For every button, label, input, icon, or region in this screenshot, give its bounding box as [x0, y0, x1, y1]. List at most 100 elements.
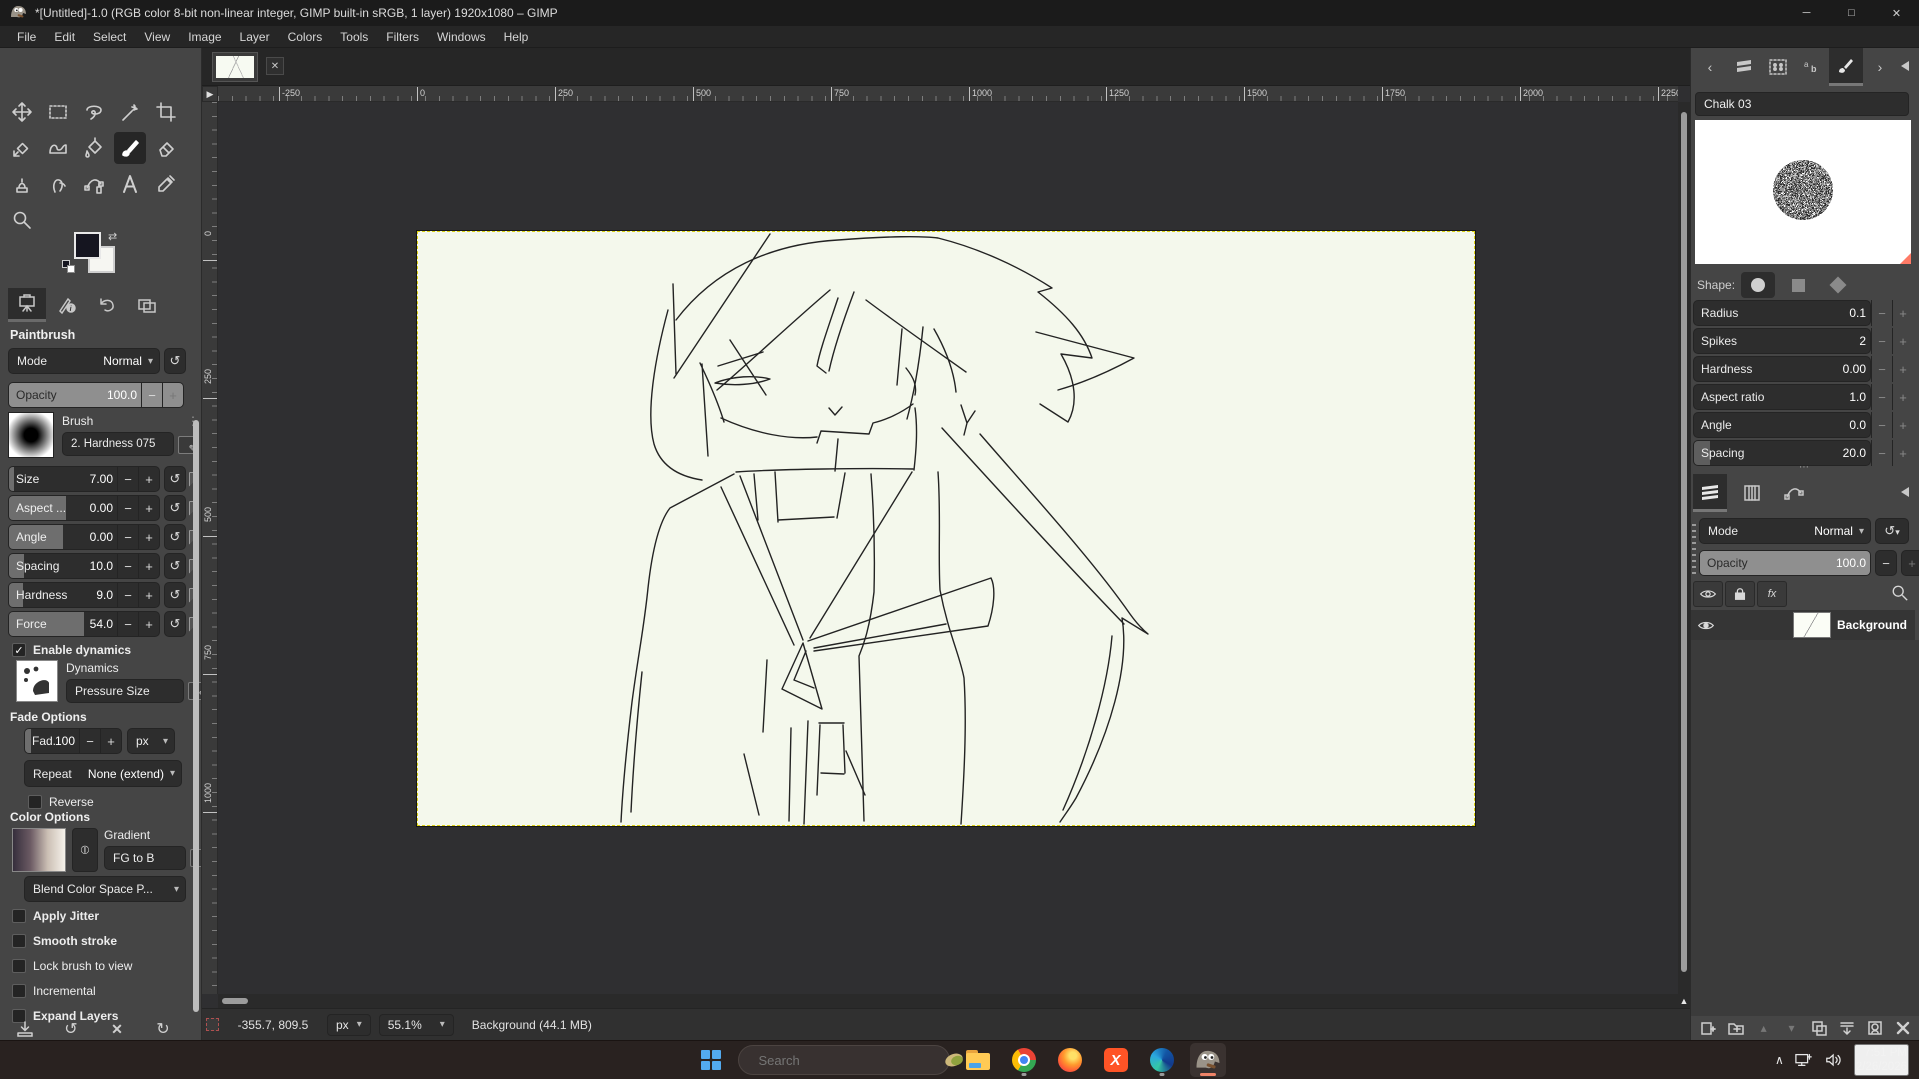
tab-gradients[interactable]	[1727, 48, 1761, 86]
increment-button[interactable]: +	[138, 611, 159, 637]
menu-tools[interactable]: Tools	[331, 26, 377, 48]
raise-layer-icon[interactable]: ▴	[1753, 1018, 1775, 1038]
restore-tool-preset-icon[interactable]: ↺	[58, 1018, 84, 1040]
decrement-button[interactable]: −	[79, 728, 100, 754]
save-tool-preset-icon[interactable]	[12, 1020, 38, 1040]
decrement-button[interactable]: −	[117, 582, 138, 608]
lower-layer-icon[interactable]: ▾	[1781, 1018, 1803, 1038]
bucket-fill-tool-icon[interactable]	[78, 132, 110, 164]
vertical-ruler[interactable]: 02505007501000	[202, 102, 218, 994]
merge-down-icon[interactable]	[1836, 1018, 1858, 1038]
tab-tool-options[interactable]	[8, 288, 46, 322]
decrement-button[interactable]: −	[117, 611, 138, 637]
tab-undo-history[interactable]	[88, 288, 126, 322]
default-colors-icon[interactable]	[62, 260, 76, 274]
angle-row[interactable]: Angle 0.0 − +	[1693, 412, 1913, 438]
mode-reset-icon[interactable]: ↺	[164, 348, 186, 374]
reset-icon[interactable]: ↺	[164, 582, 186, 608]
radius-row[interactable]: Radius 0.1 − +	[1693, 300, 1913, 326]
decrement-button[interactable]: −	[1871, 300, 1892, 326]
unified-transform-tool-icon[interactable]	[6, 132, 38, 164]
delete-layer-icon[interactable]	[1892, 1018, 1914, 1038]
fuzzy-select-tool-icon[interactable]	[114, 96, 146, 128]
rectangle-select-tool-icon[interactable]	[42, 96, 74, 128]
menu-help[interactable]: Help	[495, 26, 538, 48]
quickmask-toggle-icon[interactable]	[206, 1018, 219, 1031]
reset-icon[interactable]: ↺	[164, 495, 186, 521]
shape-circle-button[interactable]	[1741, 272, 1775, 298]
menu-layer[interactable]: Layer	[231, 26, 279, 48]
taskbar-search[interactable]	[738, 1045, 950, 1075]
increment-button[interactable]: +	[1892, 412, 1913, 438]
unit-select[interactable]: px ▾	[327, 1014, 371, 1036]
hardness-row[interactable]: Hardness 0.00 − +	[1693, 356, 1913, 382]
tab-images[interactable]	[128, 288, 166, 322]
brush-name-field[interactable]: Chalk 03	[1695, 92, 1909, 116]
dock-scroll-left-icon[interactable]: ‹	[1693, 48, 1727, 86]
size-slider[interactable]: Size 7.00 − + ↺	[8, 466, 197, 492]
blend-color-space-select[interactable]: Blend Color Space P... ▾	[24, 876, 186, 902]
tab-channels[interactable]	[1735, 474, 1769, 512]
pane-grip[interactable]	[1692, 524, 1696, 574]
layer-mode-select[interactable]: Mode Normal ▾	[1699, 518, 1871, 544]
tool-options-scrollbar[interactable]	[193, 420, 199, 1012]
free-select-tool-icon[interactable]	[78, 96, 110, 128]
duplicate-layer-icon[interactable]	[1808, 1018, 1830, 1038]
increment-button[interactable]: +	[138, 553, 159, 579]
repeat-select[interactable]: Repeat None (extend) ▾	[24, 760, 182, 787]
tab-patterns[interactable]	[1761, 48, 1795, 86]
dynamics-select[interactable]: Pressure Size	[66, 679, 184, 703]
reset-tool-options-icon[interactable]: ↻	[150, 1018, 176, 1040]
lock-icon[interactable]	[1725, 581, 1755, 607]
taskbar-chrome[interactable]	[1006, 1043, 1042, 1077]
paint-mode-select[interactable]: Mode Normal ▾	[8, 348, 160, 374]
delete-tool-preset-icon[interactable]: ✕	[104, 1018, 130, 1040]
new-layer-icon[interactable]	[1697, 1018, 1719, 1038]
decrement-button[interactable]: −	[117, 553, 138, 579]
smudge-tool-icon[interactable]	[42, 168, 74, 200]
decrement-button[interactable]: −	[1871, 356, 1892, 382]
reset-icon[interactable]: ↺	[164, 524, 186, 550]
fade-unit-select[interactable]: px ▾	[127, 728, 175, 754]
decrement-button[interactable]: −	[117, 466, 138, 492]
expander-icon[interactable]: ⋯	[1691, 462, 1919, 473]
color-picker-tool-icon[interactable]	[150, 168, 182, 200]
dock-menu-icon[interactable]	[1897, 58, 1913, 74]
layer-visibility-eye-icon[interactable]	[1691, 619, 1721, 632]
lock-brush-checkbox[interactable]: Lock brush to view	[12, 956, 132, 976]
opacity-decrement-button[interactable]: −	[1875, 550, 1897, 576]
taskbar-gimp[interactable]	[1190, 1043, 1226, 1077]
increment-button[interactable]: +	[100, 728, 121, 754]
menu-filters[interactable]: Filters	[377, 26, 428, 48]
force-slider[interactable]: Force 54.0 − + ↺	[8, 611, 197, 637]
shape-diamond-button[interactable]	[1821, 272, 1855, 298]
tray-chevron-up-icon[interactable]: ∧	[1775, 1053, 1784, 1067]
new-group-icon[interactable]	[1725, 1018, 1747, 1038]
reverse-gradient-icon[interactable]: ⦶	[72, 828, 98, 872]
zoom-tool-icon[interactable]	[6, 204, 38, 236]
menu-windows[interactable]: Windows	[428, 26, 495, 48]
swap-colors-icon[interactable]: ⇄	[108, 230, 117, 243]
layers-list-empty-area[interactable]	[1691, 640, 1919, 1016]
dynamics-thumbnail[interactable]	[16, 660, 58, 702]
spacing-slider[interactable]: Spacing 10.0 − + ↺	[8, 553, 197, 579]
incremental-checkbox[interactable]: Incremental	[12, 981, 96, 1001]
opacity-increment-button[interactable]: +	[1901, 550, 1919, 576]
increment-button[interactable]: +	[1892, 384, 1913, 410]
menu-image[interactable]: Image	[179, 26, 230, 48]
image-tab[interactable]	[212, 52, 258, 82]
horizontal-ruler[interactable]: -2500250500750100012501500175020002250	[218, 86, 1678, 102]
clone-tool-icon[interactable]	[6, 168, 38, 200]
increment-button[interactable]: +	[138, 466, 159, 492]
reverse-checkbox[interactable]: Reverse	[28, 792, 94, 812]
taskbar-clock[interactable]: 7:51 PM 2/26/2026	[1854, 1044, 1909, 1076]
navigation-preview-icon[interactable]: ▲	[1678, 994, 1690, 1008]
opacity-increment-button[interactable]: +	[162, 382, 183, 408]
fx-icon[interactable]: fx	[1757, 581, 1787, 607]
hardness-slider[interactable]: Hardness 9.0 − + ↺	[8, 582, 197, 608]
decrement-button[interactable]: −	[117, 524, 138, 550]
paintbrush-tool-icon[interactable]	[114, 132, 146, 164]
search-icon[interactable]	[1891, 584, 1909, 605]
reset-icon[interactable]: ↺	[164, 611, 186, 637]
reset-icon[interactable]: ↺	[164, 466, 186, 492]
